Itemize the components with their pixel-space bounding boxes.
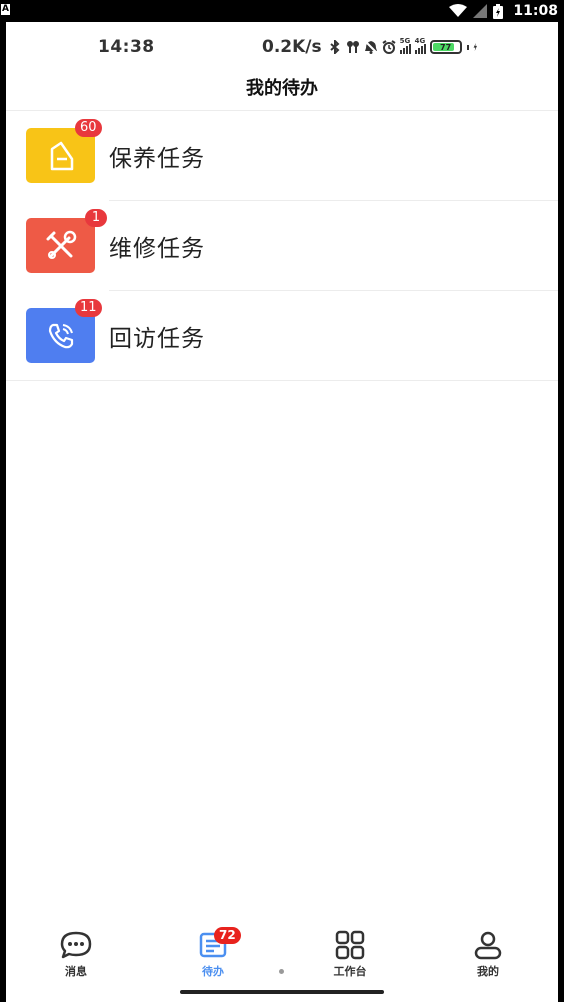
task-label: 回访任务 [109,326,205,352]
grid-icon [335,930,365,960]
document-icon [50,141,73,170]
task-badge-count: 1 [85,209,107,227]
tab-messages[interactable]: 消息 [36,930,116,980]
tab-todo[interactable]: 72 待办 [173,927,253,980]
task-badge-count: 11 [75,299,102,317]
task-item-maintenance[interactable]: 60 保养任务 [6,111,558,201]
tab-profile[interactable]: 我的 [448,930,528,980]
task-badge-count: 60 [75,119,102,137]
signal-icon [473,4,488,18]
task-item-repair[interactable]: 1 维修任务 [6,201,558,291]
tab-label: 我的 [477,965,499,978]
battery-level: 77 [440,42,452,52]
bluetooth-icon [329,40,340,54]
system-time: 11:08 [513,3,558,19]
battery-icon [493,3,504,19]
tab-label: 消息 [65,965,87,978]
todo-badge-count: 72 [214,927,241,944]
battery-icon: 77 [429,40,462,54]
device-time: 14:38 [98,37,155,57]
page-dot-indicator [279,969,284,974]
tools-icon [46,230,76,259]
task-icon-tile [26,218,95,273]
task-list: 60 保养任务 1 维修任务 11 回访任务 [6,111,558,381]
task-item-callback[interactable]: 11 回访任务 [6,291,558,381]
task-label: 保养任务 [109,146,205,172]
chat-icon [60,931,92,959]
notification-indicator: A [1,4,10,15]
alarm-icon [382,40,396,54]
earbuds-icon [346,41,359,53]
tab-workbench[interactable]: 工作台 [310,930,390,980]
row-divider [6,380,558,381]
device-status-bar: 14:38 0.2K/s 5G 4G 77 [6,22,558,70]
page-title: 我的待办 [246,78,318,99]
task-label: 维修任务 [109,236,205,262]
network-speed: 0.2K/s [262,37,322,57]
charging-icon [473,43,477,51]
tab-label: 工作台 [333,965,367,978]
app-screen: 14:38 0.2K/s 5G 4G 77 我的待办 60 保养任务 1 维修任… [6,22,558,1002]
signal-4g-icon: 4G [414,37,426,54]
signal-5g-icon: 5G [399,37,411,54]
wifi-icon [449,4,468,17]
profile-icon [474,931,502,960]
mute-icon [363,40,378,54]
phone-icon [48,323,73,348]
system-status-bar: A 11:08 [0,0,564,22]
tab-label: 待办 [202,965,224,978]
home-indicator-bar[interactable] [180,990,384,994]
